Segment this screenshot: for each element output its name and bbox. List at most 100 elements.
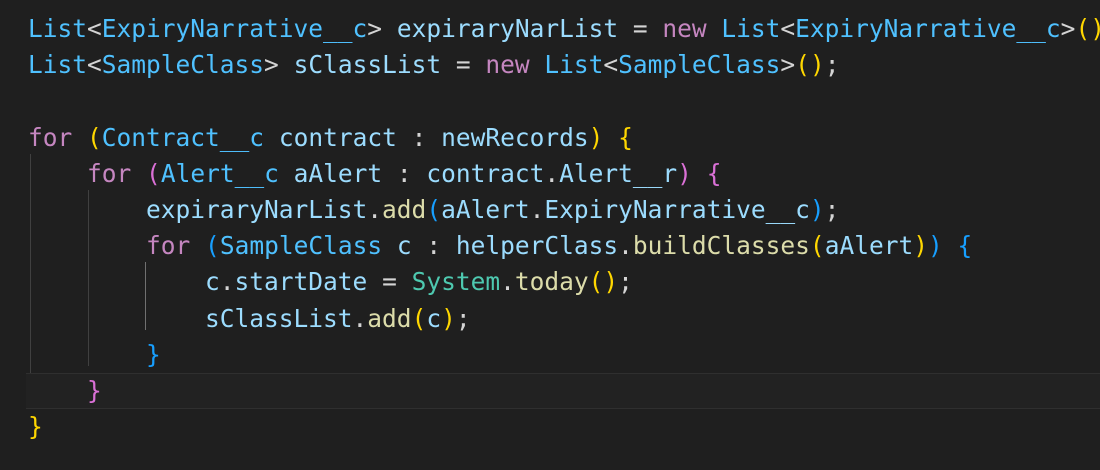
code-token: c (205, 267, 220, 297)
code-token: { (957, 231, 973, 261)
code-token: c (426, 303, 442, 333)
code-token: List (28, 50, 88, 80)
code-token: ExpiryNarrative__c (795, 14, 1061, 43)
code-token: contract (426, 158, 545, 188)
code-token: ; (824, 50, 840, 80)
code-token: today (514, 267, 589, 297)
code-token: > (780, 50, 796, 80)
code-token: ) (588, 122, 604, 152)
code-token: } (87, 375, 102, 405)
code-token: ) (809, 194, 825, 224)
code-token: Contract__c (101, 122, 265, 152)
code-token: ) (677, 158, 692, 188)
code-token: . (618, 231, 633, 261)
code-token: } (146, 339, 161, 369)
code-token: < (603, 50, 619, 80)
code-token: c (396, 231, 412, 261)
code-token: expiraryNarList (146, 194, 368, 224)
code-token: ) (913, 231, 928, 261)
code-line[interactable]: List<SampleClass> sClassList = new List<… (28, 47, 1100, 83)
code-token: = (441, 50, 486, 80)
code-token: . (500, 267, 515, 297)
code-token: add (367, 303, 412, 333)
code-token: : (396, 122, 442, 152)
code-token: SampleClass (219, 231, 383, 261)
code-editor[interactable]: List<ExpiryNarrative__c> expiraryNarList… (0, 0, 1100, 470)
code-token: ; (455, 303, 471, 333)
code-token: sClassList (293, 50, 442, 80)
code-token: for (87, 158, 132, 188)
code-token: ( (87, 122, 102, 152)
code-area[interactable]: List<ExpiryNarrative__c> expiraryNarList… (26, 11, 1100, 445)
code-token: ) (441, 303, 456, 333)
code-token: ) (927, 231, 943, 261)
code-token: contract (278, 122, 397, 152)
code-token: ExpiryNarrative__c (101, 14, 368, 43)
code-token: { (706, 158, 722, 188)
code-token: > (1060, 14, 1076, 43)
code-token: { (618, 122, 633, 152)
code-token: ( (809, 231, 825, 261)
code-line[interactable]: } (28, 337, 1100, 373)
code-token: for (28, 122, 73, 152)
code-token: = (367, 267, 412, 297)
code-token: expiraryNarList (396, 14, 619, 43)
code-token: ( (205, 231, 220, 261)
code-token: ; (618, 267, 633, 297)
code-line[interactable]: for (Contract__c contract : newRecords) … (28, 120, 1100, 156)
code-token: List (28, 14, 88, 43)
code-token: buildClasses (632, 231, 810, 261)
code-token: ExpiryNarrative__c (544, 194, 810, 224)
code-token: helperClass (455, 231, 619, 261)
code-line[interactable]: for (Alert__c aAlert : contract.Alert__r… (28, 156, 1100, 192)
code-token: aAlert (441, 194, 530, 224)
code-token: add (382, 194, 427, 224)
code-token: new (485, 50, 530, 80)
code-token: . (367, 194, 383, 224)
code-token: : (382, 158, 427, 188)
code-token: } (28, 412, 43, 442)
code-line[interactable]: expiraryNarList.add(aAlert.ExpiryNarrati… (28, 192, 1100, 228)
code-line[interactable]: for (SampleClass c : helperClass.buildCl… (28, 228, 1100, 264)
code-token: SampleClass (101, 50, 265, 80)
code-token: Alert__r (559, 158, 678, 188)
code-line[interactable]: List<ExpiryNarrative__c> expiraryNarList… (28, 11, 1100, 47)
code-token: ( (146, 158, 161, 188)
code-token: List (544, 50, 604, 80)
code-token: = (618, 14, 663, 43)
code-token: List (721, 14, 781, 43)
code-token: new (662, 14, 707, 43)
code-token: aAlert (824, 231, 914, 261)
code-token: aAlert (293, 158, 383, 188)
code-token: () (1075, 14, 1100, 43)
code-line[interactable]: ​ (28, 83, 1100, 119)
code-token: ( (411, 303, 427, 333)
code-token: . (219, 267, 235, 297)
code-line[interactable]: sClassList.add(c); (28, 301, 1100, 337)
code-token: > (367, 14, 397, 43)
code-token: newRecords (441, 122, 589, 152)
code-token: for (146, 231, 191, 261)
code-token: . (544, 158, 560, 188)
code-line[interactable]: } (28, 409, 1100, 445)
code-line[interactable]: c.startDate = System.today(); (28, 264, 1100, 300)
code-token: System (411, 267, 501, 297)
code-token: SampleClass (618, 50, 781, 80)
code-token: < (780, 14, 796, 43)
code-line[interactable]: } (26, 372, 1100, 410)
scrolled-content-fragment (320, 0, 640, 4)
code-token: : (411, 231, 456, 261)
